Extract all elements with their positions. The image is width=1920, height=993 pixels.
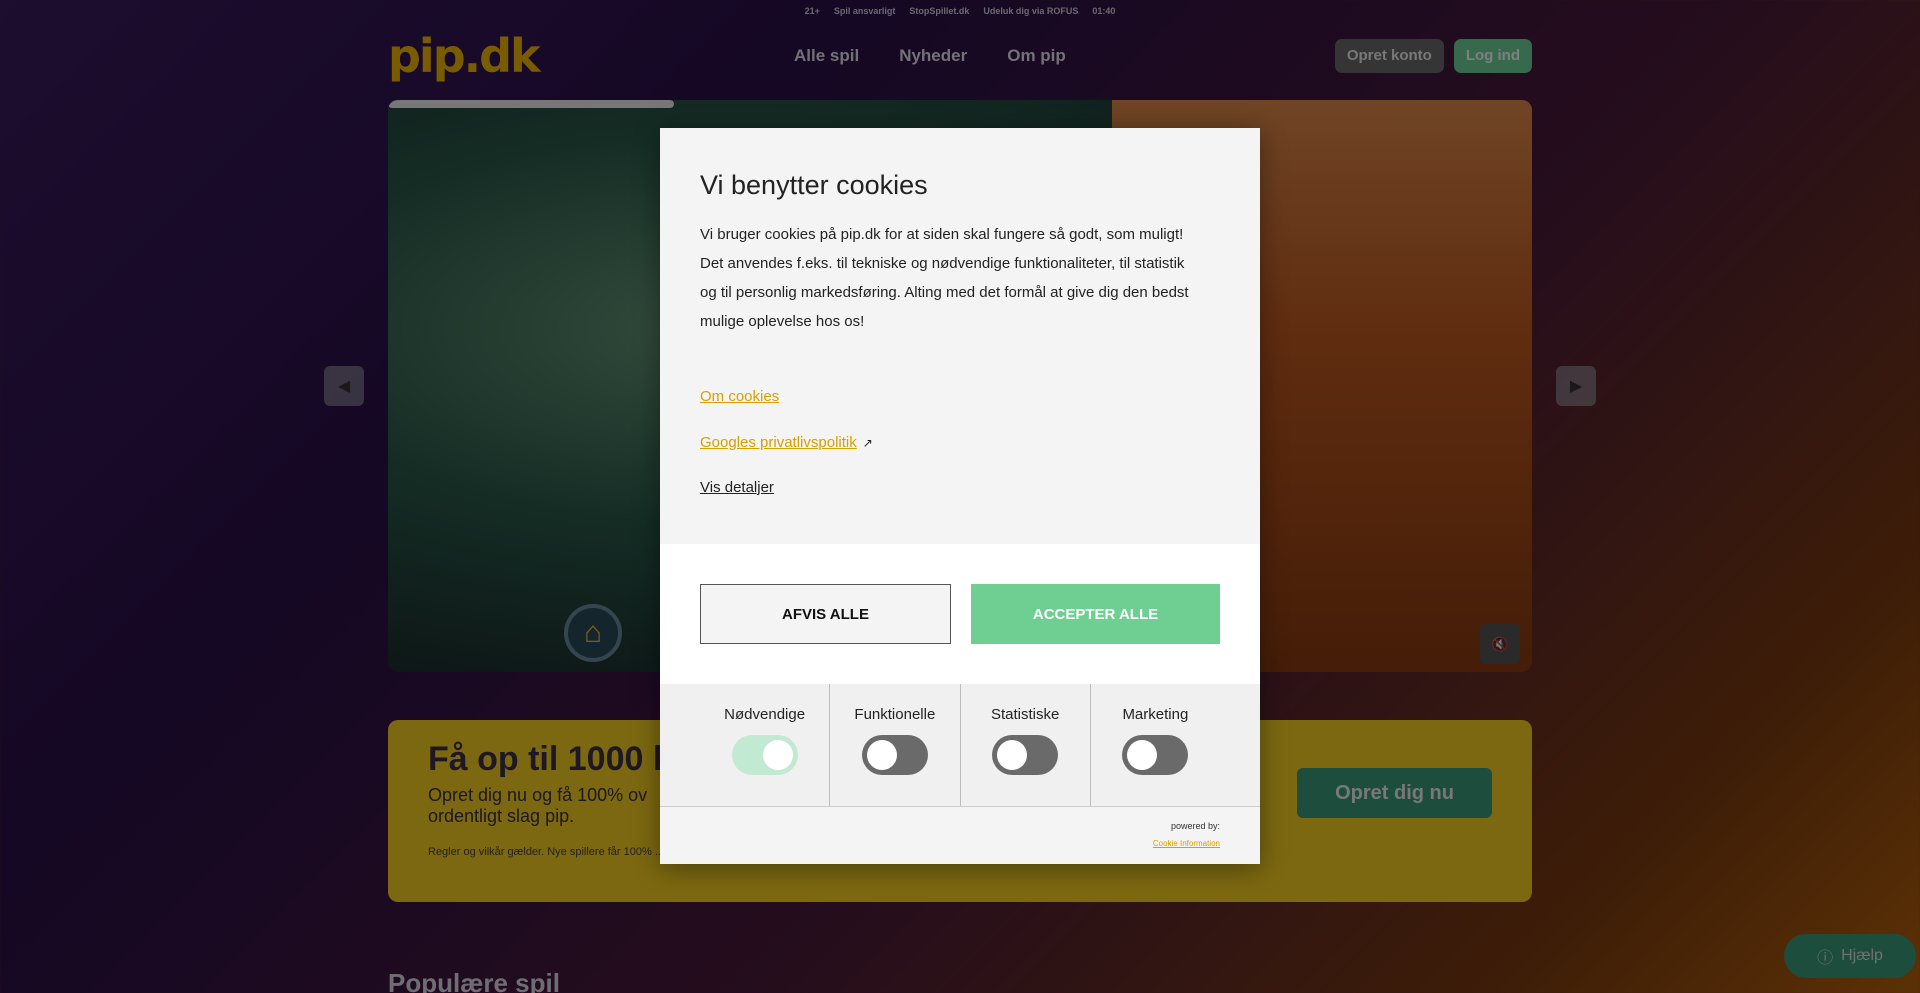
google-privacy-label: Googles privatlivspolitik	[700, 434, 857, 451]
cookie-footer: powered by: Cookie Information	[660, 806, 1260, 864]
category-functional: Funktionelle	[830, 684, 961, 806]
category-label: Funktionelle	[854, 706, 936, 723]
cookie-information-link[interactable]: Cookie Information	[1153, 839, 1220, 848]
cookie-description: Vi bruger cookies på pip.dk for at siden…	[700, 226, 1189, 330]
cookie-categories: Nødvendige Funktionelle Statistiske Mark…	[660, 684, 1260, 806]
external-link-icon: ↗	[862, 436, 873, 450]
marketing-toggle[interactable]	[1122, 735, 1189, 775]
category-necessary: Nødvendige	[700, 684, 831, 806]
powered-by-label: powered by:	[1170, 821, 1220, 831]
accept-all-button[interactable]: ACCEPTER ALLE	[971, 584, 1220, 644]
category-label: Marketing	[1122, 706, 1189, 723]
show-details-link[interactable]: Vis detaljer	[700, 479, 774, 496]
cookie-title: Vi benytter cookies	[700, 170, 928, 200]
powered-by: powered by: Cookie Information	[1153, 821, 1220, 848]
category-statistics: Statistiske	[961, 684, 1091, 806]
reject-all-button[interactable]: AFVIS ALLE	[700, 584, 951, 644]
about-cookies-link[interactable]: Om cookies	[700, 388, 779, 405]
google-privacy-link[interactable]: Googles privatlivspolitik ↗	[700, 434, 873, 451]
necessary-toggle	[731, 735, 798, 775]
functional-toggle[interactable]	[861, 735, 928, 775]
consent-buttons: AFVIS ALLE ACCEPTER ALLE	[660, 544, 1260, 684]
cookie-consent-dialog: Vi benytter cookies Vi bruger cookies på…	[660, 128, 1260, 864]
category-marketing: Marketing	[1091, 684, 1220, 806]
category-label: Statistiske	[990, 706, 1060, 723]
category-label: Nødvendige	[724, 706, 806, 723]
statistics-toggle[interactable]	[992, 735, 1059, 775]
